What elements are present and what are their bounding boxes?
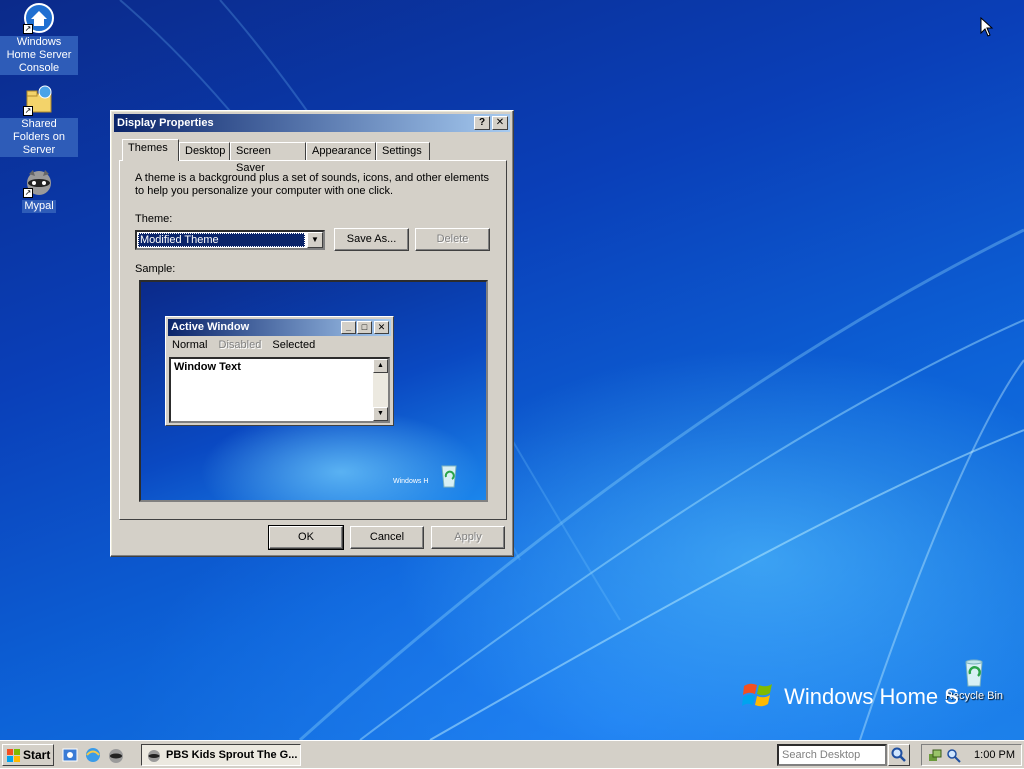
theme-sample-preview: Active Window _ □ ✕ Normal Disabled Sele… bbox=[139, 280, 488, 502]
display-properties-dialog: Display Properties ? ✕ Themes Desktop Sc… bbox=[110, 110, 514, 557]
search-icon[interactable] bbox=[946, 748, 962, 767]
help-button[interactable]: ? bbox=[474, 116, 490, 130]
mouse-cursor-icon bbox=[980, 17, 994, 37]
sample-active-window: Active Window _ □ ✕ Normal Disabled Sele… bbox=[165, 316, 394, 426]
sample-menu-normal: Normal bbox=[172, 339, 208, 351]
delete-button[interactable]: Delete bbox=[415, 228, 490, 251]
tab-screen-saver[interactable]: Screen Saver bbox=[230, 142, 306, 174]
scroll-up-icon: ▲ bbox=[373, 359, 388, 373]
ok-button[interactable]: OK bbox=[268, 525, 344, 550]
tab-appearance[interactable]: Appearance bbox=[306, 142, 376, 161]
cancel-button[interactable]: Cancel bbox=[350, 526, 424, 549]
sample-menu-disabled: Disabled bbox=[218, 339, 262, 351]
dropdown-arrow-icon[interactable]: ▼ bbox=[307, 232, 323, 248]
dialog-titlebar[interactable]: Display Properties ? ✕ bbox=[114, 114, 510, 132]
maximize-icon: □ bbox=[357, 321, 372, 334]
task-label: PBS Kids Sprout The G... bbox=[166, 749, 298, 761]
mypal-raccoon-icon[interactable] bbox=[107, 746, 125, 764]
sample-text-area: Window Text ▲ ▼ bbox=[169, 357, 390, 423]
taskbar-task-pbs-kids-sprout[interactable]: PBS Kids Sprout The G... bbox=[141, 744, 301, 766]
show-desktop-icon[interactable] bbox=[61, 746, 79, 764]
dialog-title: Display Properties bbox=[117, 117, 214, 129]
clock[interactable]: 1:00 PM bbox=[974, 745, 1015, 765]
sample-window-text: Window Text bbox=[174, 361, 241, 373]
recycle-bin-icon bbox=[958, 656, 990, 688]
sample-label: Sample: bbox=[135, 263, 176, 275]
mypal-raccoon-icon: ↗ bbox=[23, 166, 55, 198]
taskbar: Start PBS Kids Sprout The G... Search De… bbox=[0, 740, 1024, 768]
start-button[interactable]: Start bbox=[2, 744, 54, 766]
system-tray: 1:00 PM bbox=[921, 744, 1022, 766]
sample-scrollbar: ▲ ▼ bbox=[373, 359, 388, 421]
windows-flag-icon bbox=[742, 680, 774, 716]
shortcut-arrow-icon: ↗ bbox=[23, 188, 33, 198]
sample-menu-bar: Normal Disabled Selected bbox=[172, 339, 323, 351]
search-icon[interactable] bbox=[888, 744, 910, 766]
desktop-icon-label: Shared Folders on Server bbox=[0, 118, 78, 157]
tab-settings[interactable]: Settings bbox=[376, 142, 430, 161]
sample-window-title-text: Active Window bbox=[171, 321, 250, 333]
windows-flag-icon bbox=[6, 748, 22, 769]
home-server-icon: ↗ bbox=[23, 2, 55, 34]
sample-recycle-bin-icon bbox=[437, 462, 461, 491]
desktop-icon-label: Windows Home Server Console bbox=[0, 36, 78, 75]
search-desktop-input[interactable]: Search Desktop bbox=[777, 744, 887, 766]
brand-text: Windows Home S bbox=[784, 683, 959, 709]
close-icon: ✕ bbox=[374, 321, 389, 334]
sample-brand-text: Windows H bbox=[393, 478, 429, 485]
desktop-icon-label: Mypal bbox=[22, 200, 56, 213]
desktop-icon-home-server-console[interactable]: ↗ Windows Home Server Console bbox=[0, 2, 78, 75]
network-icon[interactable] bbox=[927, 748, 943, 767]
desktop-icon-shared-folders[interactable]: ↗ Shared Folders on Server bbox=[0, 84, 78, 157]
windows-home-server-brand: Windows Home S bbox=[742, 680, 959, 716]
tab-themes[interactable]: Themes bbox=[122, 139, 179, 161]
apply-button[interactable]: Apply bbox=[431, 526, 505, 549]
shortcut-arrow-icon: ↗ bbox=[23, 106, 33, 116]
theme-label: Theme: bbox=[135, 213, 173, 225]
internet-explorer-icon[interactable] bbox=[84, 746, 102, 764]
theme-combobox-value: Modified Theme bbox=[138, 233, 305, 247]
shared-folders-icon: ↗ bbox=[23, 84, 55, 116]
tab-desktop[interactable]: Desktop bbox=[179, 142, 230, 161]
mypal-raccoon-icon bbox=[146, 747, 162, 765]
start-label: Start bbox=[23, 748, 51, 762]
scroll-down-icon: ▼ bbox=[373, 407, 388, 421]
close-button[interactable]: ✕ bbox=[492, 116, 508, 130]
shortcut-arrow-icon: ↗ bbox=[23, 24, 33, 34]
theme-combobox[interactable]: Modified Theme ▼ bbox=[135, 230, 325, 250]
themes-tab-panel: A theme is a background plus a set of so… bbox=[119, 160, 507, 520]
save-as-button[interactable]: Save As... bbox=[334, 228, 409, 251]
sample-menu-selected: Selected bbox=[272, 339, 316, 351]
desktop-icon-mypal[interactable]: ↗ Mypal bbox=[0, 166, 78, 213]
sample-window-title: Active Window _ □ ✕ bbox=[168, 319, 391, 336]
theme-description: A theme is a background plus a set of so… bbox=[135, 172, 490, 197]
minimize-icon: _ bbox=[341, 321, 356, 334]
